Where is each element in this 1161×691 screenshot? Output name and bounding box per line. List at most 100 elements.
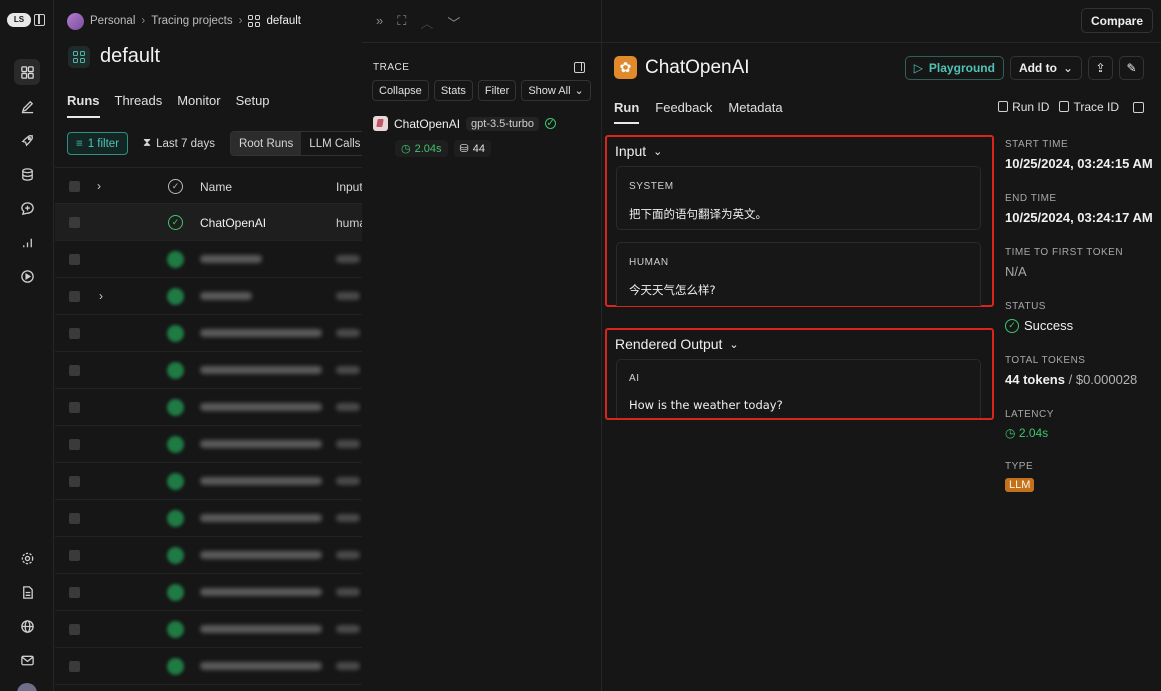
table-row[interactable] (55, 463, 362, 500)
row-checkbox[interactable] (69, 291, 80, 302)
langsmith-logo[interactable]: LS (7, 13, 31, 27)
date-range-button[interactable]: ⧗ Last 7 days (134, 132, 224, 155)
success-check-icon: ✓ (545, 118, 557, 129)
row-checkbox[interactable] (69, 587, 80, 598)
input-title: Input (615, 143, 647, 159)
row-checkbox[interactable] (69, 328, 80, 339)
toggle-panel-icon[interactable] (574, 62, 585, 73)
mail-icon[interactable] (14, 647, 40, 673)
input-section-header[interactable]: Input ⌄ (615, 143, 662, 159)
filter-bar: ≡ 1 filter ⧗ Last 7 days Root Runs LLM C… (67, 131, 370, 156)
row-checkbox[interactable] (69, 661, 80, 672)
tab-runs[interactable]: Runs (67, 93, 100, 118)
bar-chart-icon[interactable] (14, 229, 40, 255)
table-row[interactable] (55, 537, 362, 574)
table-row[interactable] (55, 389, 362, 426)
breadcrumb-workspace[interactable]: Personal (90, 15, 135, 27)
tab-threads[interactable]: Threads (115, 93, 163, 118)
filter-button[interactable]: ≡ 1 filter (67, 132, 129, 155)
grid-icon[interactable] (14, 59, 40, 85)
play-circle-icon[interactable] (14, 263, 40, 289)
sidebar-toggle-icon[interactable] (34, 14, 45, 26)
table-row[interactable] (55, 611, 362, 648)
add-to-dropdown[interactable]: Add to ⌄ (1009, 56, 1082, 80)
row-checkbox[interactable] (69, 476, 80, 487)
tab-monitor[interactable]: Monitor (177, 93, 220, 118)
row-checkbox[interactable] (69, 217, 80, 228)
share-upload-button[interactable]: ⇪ (1088, 56, 1113, 80)
show-all-dropdown[interactable]: Show All ⌄ (521, 80, 591, 101)
latency-badge: ◷ 2.04s (1005, 426, 1054, 440)
blurred-run-name (200, 440, 322, 448)
filter-button[interactable]: Filter (477, 80, 517, 101)
user-avatar[interactable] (17, 683, 37, 691)
tab-metadata[interactable]: Metadata (728, 100, 782, 124)
breadcrumb-section[interactable]: Tracing projects (151, 15, 232, 27)
blurred-run-name (200, 662, 322, 670)
table-row[interactable] (55, 574, 362, 611)
table-row[interactable] (55, 648, 362, 685)
latency-value: 2.04s (1018, 426, 1049, 440)
tab-run[interactable]: Run (614, 100, 640, 124)
breadcrumb-project[interactable]: default (266, 15, 301, 27)
table-row[interactable] (55, 500, 362, 537)
compare-button[interactable]: Compare (1080, 8, 1153, 33)
globe-icon[interactable] (14, 613, 40, 639)
latency: LATENCY ◷ 2.04s (1005, 409, 1054, 440)
chat-plus-icon[interactable] (14, 195, 40, 221)
expand-all-chevron-icon[interactable]: › (97, 179, 101, 193)
root-runs-toggle[interactable]: Root Runs (230, 132, 302, 155)
select-all-checkbox[interactable] (69, 181, 80, 192)
column-input[interactable]: Input (336, 180, 362, 194)
row-checkbox[interactable] (69, 550, 80, 561)
collapse-panel-icon[interactable]: » (376, 13, 383, 32)
gear-icon[interactable] (14, 545, 40, 571)
stats-button[interactable]: Stats (433, 80, 473, 101)
table-row[interactable] (55, 241, 362, 278)
copy-run-id-button[interactable]: Run ID (998, 100, 1049, 114)
success-check-icon: ✓ (1005, 318, 1019, 333)
table-row[interactable] (55, 352, 362, 389)
time-to-first-token: TIME TO FIRST TOKEN N/A (1005, 247, 1123, 279)
run-header: ✿ ChatOpenAI (614, 56, 750, 79)
tab-setup[interactable]: Setup (236, 93, 270, 118)
copy-trace-id-button[interactable]: Trace ID (1059, 100, 1119, 114)
latency-badge: ◷ 2.04s (395, 140, 448, 157)
previous-run-icon[interactable]: ︿ (420, 13, 433, 32)
row-checkbox[interactable] (69, 513, 80, 524)
document-icon[interactable] (14, 579, 40, 605)
success-check-icon: ✓ (168, 215, 183, 230)
row-checkbox[interactable] (69, 624, 80, 635)
upload-icon: ⇪ (1095, 61, 1106, 75)
llm-calls-toggle[interactable]: LLM Calls (301, 132, 368, 155)
blurred-run-name (200, 477, 322, 485)
trace-node-name: ChatOpenAI (394, 116, 461, 131)
next-run-icon[interactable]: ﹀ (447, 13, 460, 32)
tab-feedback[interactable]: Feedback (655, 100, 712, 124)
blurred-run-name (200, 625, 322, 633)
playground-button[interactable]: ▷ Playground (904, 56, 1004, 80)
rocket-icon[interactable] (14, 127, 40, 153)
database-icon[interactable] (14, 161, 40, 187)
row-checkbox[interactable] (69, 365, 80, 376)
output-section-header[interactable]: Rendered Output ⌄ (615, 336, 739, 352)
chevron-down-icon: ⌄ (729, 338, 739, 351)
collapse-button[interactable]: Collapse (372, 80, 429, 101)
column-name[interactable]: Name (200, 180, 232, 194)
blurred-run-input (336, 329, 360, 337)
table-row[interactable] (55, 426, 362, 463)
table-row[interactable]: ✓ ChatOpenAI human (55, 204, 362, 241)
status-icon (167, 399, 184, 416)
table-row[interactable]: › (55, 278, 362, 315)
add-to-label: Add to (1018, 61, 1057, 75)
trace-node[interactable]: ChatOpenAI gpt-3.5-turbo ✓ (373, 116, 557, 131)
row-checkbox[interactable] (69, 439, 80, 450)
expand-fullscreen-icon[interactable]: ⛶ (397, 13, 406, 32)
row-checkbox[interactable] (69, 402, 80, 413)
row-checkbox[interactable] (69, 254, 80, 265)
table-row[interactable] (55, 315, 362, 352)
expand-chevron-icon[interactable]: › (99, 289, 103, 303)
edit-button[interactable]: ✎ (1119, 56, 1144, 80)
pen-icon[interactable] (14, 93, 40, 119)
toggle-sidebar-icon[interactable] (1133, 101, 1144, 113)
